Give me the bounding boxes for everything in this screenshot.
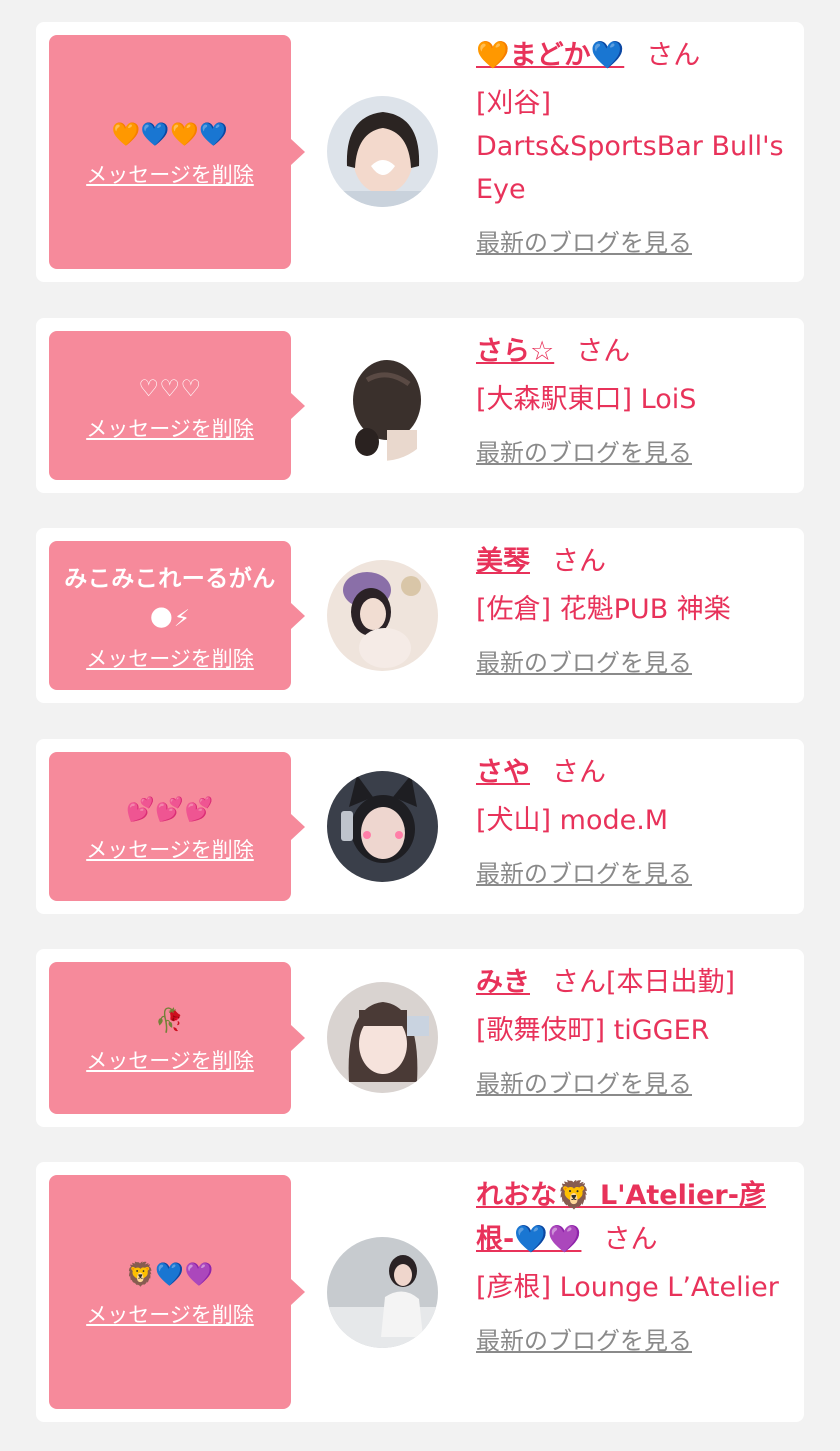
message-bubble: みこみこれーるがん🌑⚡ メッセージを削除: [49, 541, 305, 690]
cast-info: れおな🦁 L'Atelier-彦根-💙💜 さん [彦根] Lounge L’Ate…: [476, 1174, 786, 1356]
list-item: 💕💕💕 メッセージを削除 さや さん [犬山] mode.M 最新のブログを見る: [36, 739, 804, 914]
cast-name-link[interactable]: 美琴: [476, 546, 530, 577]
cast-name-link[interactable]: さや: [476, 757, 530, 788]
honorific: さん: [646, 40, 701, 71]
message-bubble: ♡♡♡ メッセージを削除: [49, 331, 305, 480]
honorific: さん: [576, 336, 631, 367]
message-text: ♡♡♡: [138, 375, 202, 402]
name-line: さら☆ さん: [476, 330, 786, 374]
list-item: みこみこれーるがん🌑⚡ メッセージを削除 美琴 さん [佐倉] 花魁PUB 神楽 …: [36, 528, 804, 703]
avatar[interactable]: [327, 560, 438, 671]
message-bubble: 🦁💙💜 メッセージを削除: [49, 1175, 305, 1409]
latest-blog-link[interactable]: 最新のブログを見る: [476, 1321, 692, 1356]
cast-info: みき さん[本日出勤] [歌舞伎町] tiGGER 最新のブログを見る: [476, 961, 786, 1099]
delete-message-link[interactable]: メッセージを削除: [86, 834, 254, 864]
message-list: 🧡💙🧡💙 メッセージを削除 🧡まどか💙 さん [刈谷] Darts&SportsB…: [0, 0, 840, 1451]
name-line: みき さん[本日出勤]: [476, 961, 786, 1005]
list-item: 🦁💙💜 メッセージを削除 れおな🦁 L'Atelier-彦根-💙💜 さん [彦根]…: [36, 1162, 804, 1422]
avatar[interactable]: [327, 982, 438, 1093]
shop-info: [刈谷] Darts&SportsBar Bull's Eye: [476, 88, 784, 205]
cast-name-link[interactable]: さら☆: [476, 336, 554, 367]
message-text: みこみこれーるがん🌑⚡: [64, 565, 276, 632]
delete-message-link[interactable]: メッセージを削除: [86, 1299, 254, 1329]
shop-info: [彦根] Lounge L’Atelier: [476, 1272, 779, 1303]
cast-name-link[interactable]: 🧡まどか💙: [476, 40, 624, 71]
name-line: 🧡まどか💙 さん: [476, 34, 786, 78]
list-item: 🥀 メッセージを削除 みき さん[本日出勤] [歌舞伎町] tiGGER 最新のブ…: [36, 949, 804, 1127]
delete-message-link[interactable]: メッセージを削除: [86, 643, 254, 673]
message-bubble: 🧡💙🧡💙 メッセージを削除: [49, 35, 305, 269]
message-bubble: 🥀 メッセージを削除: [49, 962, 305, 1114]
shop-info: [犬山] mode.M: [476, 805, 669, 836]
latest-blog-link[interactable]: 最新のブログを見る: [476, 1064, 692, 1099]
cast-info: さや さん [犬山] mode.M 最新のブログを見る: [476, 751, 786, 889]
honorific: さん[本日出勤]: [552, 967, 736, 998]
cast-name-link[interactable]: みき: [476, 967, 530, 998]
delete-message-link[interactable]: メッセージを削除: [86, 159, 254, 189]
cast-info: さら☆ さん [大森駅東口] LoiS 最新のブログを見る: [476, 330, 786, 468]
message-text: 🧡💙🧡💙: [111, 122, 229, 148]
honorific: さん: [603, 1224, 658, 1255]
avatar[interactable]: [327, 771, 438, 882]
message-text: 💕💕💕: [126, 796, 214, 823]
shop-info: [佐倉] 花魁PUB 神楽: [476, 594, 731, 625]
avatar[interactable]: [327, 350, 438, 461]
message-text: 🦁💙💜: [126, 1262, 214, 1288]
cast-info: 🧡まどか💙 さん [刈谷] Darts&SportsBar Bull's Eye …: [476, 34, 786, 258]
delete-message-link[interactable]: メッセージを削除: [86, 413, 254, 443]
shop-info: [歌舞伎町] tiGGER: [476, 1015, 710, 1046]
shop-info: [大森駅東口] LoiS: [476, 384, 697, 415]
name-line: れおな🦁 L'Atelier-彦根-💙💜 さん: [476, 1174, 786, 1262]
name-line: 美琴 さん: [476, 540, 786, 584]
latest-blog-link[interactable]: 最新のブログを見る: [476, 223, 692, 258]
honorific: さん: [552, 757, 606, 788]
cast-info: 美琴 さん [佐倉] 花魁PUB 神楽 最新のブログを見る: [476, 540, 786, 678]
latest-blog-link[interactable]: 最新のブログを見る: [476, 433, 692, 468]
avatar[interactable]: [327, 1237, 438, 1348]
honorific: さん: [552, 546, 606, 577]
name-line: さや さん: [476, 751, 786, 795]
list-item: ♡♡♡ メッセージを削除 さら☆ さん [大森駅東口] LoiS 最新のブログを見…: [36, 318, 804, 493]
avatar[interactable]: [327, 96, 438, 207]
list-item: 🧡💙🧡💙 メッセージを削除 🧡まどか💙 さん [刈谷] Darts&SportsB…: [36, 22, 804, 282]
message-text: 🥀: [155, 1008, 185, 1034]
message-bubble: 💕💕💕 メッセージを削除: [49, 752, 305, 901]
delete-message-link[interactable]: メッセージを削除: [86, 1045, 254, 1075]
latest-blog-link[interactable]: 最新のブログを見る: [476, 643, 692, 678]
latest-blog-link[interactable]: 最新のブログを見る: [476, 854, 692, 889]
